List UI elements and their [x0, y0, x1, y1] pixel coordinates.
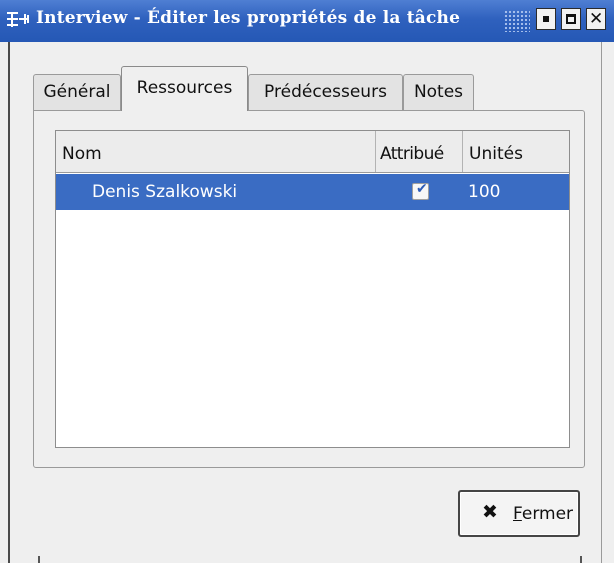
- tab-notes[interactable]: Notes: [403, 74, 474, 110]
- maximize-button[interactable]: [561, 8, 581, 30]
- column-header-nom[interactable]: Nom: [56, 131, 376, 172]
- tab-general[interactable]: Général: [33, 74, 121, 110]
- frame-border: [580, 556, 582, 563]
- title-grip: [504, 10, 530, 32]
- checkmark-icon: ✔: [416, 181, 428, 197]
- tab-predecesseurs[interactable]: Prédécesseurs: [248, 74, 403, 110]
- table-row[interactable]: Denis Szalkowski ✔ 100: [56, 174, 569, 210]
- close-button-label-rest: ermer: [521, 504, 574, 524]
- window-menu-icon[interactable]: [6, 9, 32, 31]
- tab-ressources[interactable]: Ressources: [121, 66, 248, 111]
- close-icon: ✕: [589, 9, 604, 29]
- minimize-button[interactable]: [536, 8, 556, 30]
- close-window-button[interactable]: ✕: [586, 8, 606, 30]
- maximize-icon: [566, 14, 576, 24]
- assigned-checkbox[interactable]: ✔: [412, 181, 429, 200]
- resource-units[interactable]: 100: [468, 174, 500, 210]
- close-x-icon: ✖: [482, 501, 498, 523]
- list-header: Nom Attribué Unités: [56, 131, 569, 173]
- frame-border: [38, 556, 40, 563]
- frame-border: [8, 42, 10, 563]
- resource-name: Denis Szalkowski: [92, 182, 238, 202]
- minimize-icon: [543, 16, 549, 22]
- resources-list[interactable]: Nom Attribué Unités Denis Szalkowski ✔ 1…: [55, 130, 570, 448]
- close-button[interactable]: ✖ Fermer: [458, 490, 580, 537]
- column-header-attribue[interactable]: Attribué: [376, 131, 463, 172]
- column-header-unites[interactable]: Unités: [463, 131, 569, 172]
- frame-border: [601, 42, 602, 563]
- dialog-window: Interview - Éditer les propriétés de la …: [0, 0, 614, 563]
- close-button-mnemonic: F: [513, 504, 522, 524]
- window-title: Interview - Éditer les propriétés de la …: [36, 8, 461, 28]
- close-button-label: Fermer: [513, 504, 573, 524]
- title-bar[interactable]: Interview - Éditer les propriétés de la …: [0, 0, 614, 42]
